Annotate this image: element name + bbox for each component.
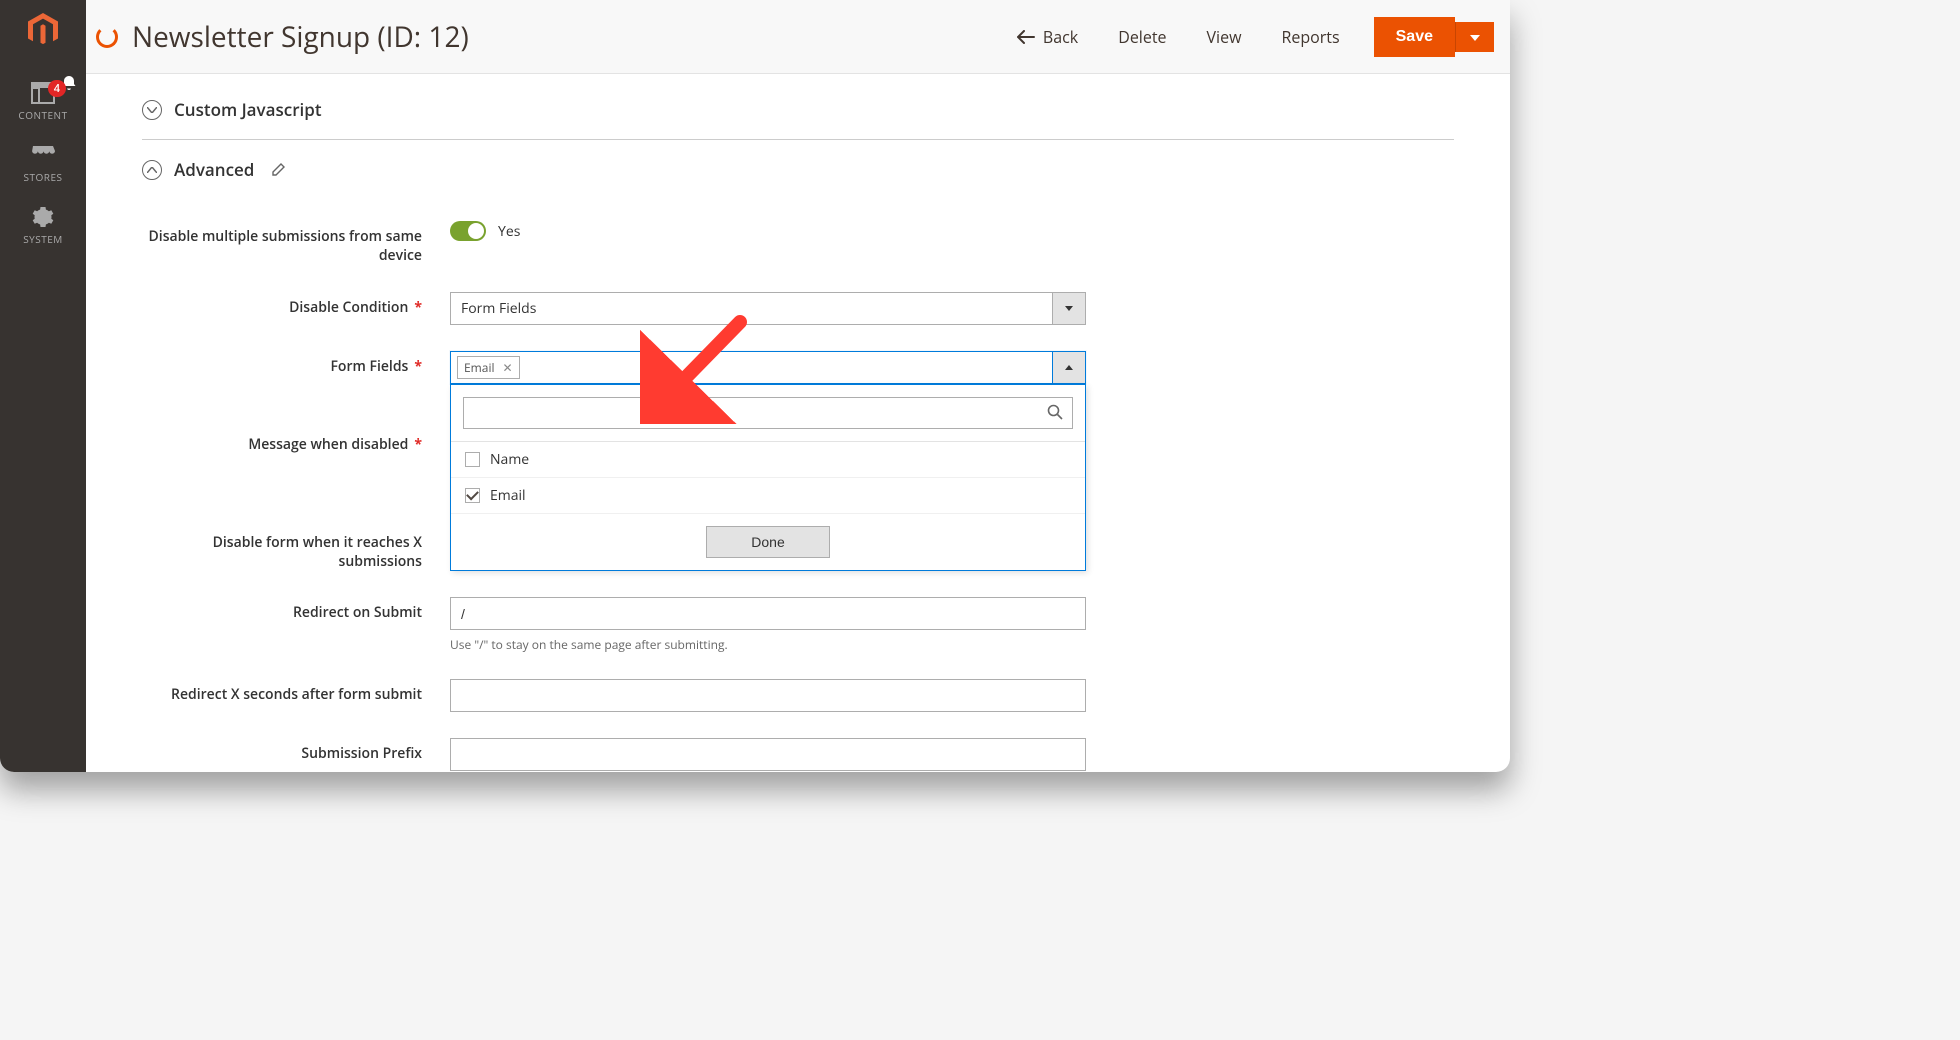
toggle-switch-icon: [450, 221, 486, 241]
page-header: Newsletter Signup (ID: 12) Back Delete V…: [86, 0, 1510, 74]
sidebar-item-label: STORES: [0, 170, 86, 184]
section-custom-javascript[interactable]: Custom Javascript: [142, 80, 1454, 139]
select-disable-condition[interactable]: Form Fields: [450, 292, 1086, 325]
multiselect-dropdown: Name Email Done: [450, 384, 1086, 571]
label-redirect-delay: Redirect X seconds after form submit: [142, 679, 450, 705]
collapse-icon: [142, 160, 162, 180]
reports-button[interactable]: Reports: [1261, 26, 1359, 48]
view-button[interactable]: View: [1187, 26, 1262, 48]
checkbox-checked-icon: [465, 488, 480, 503]
magento-logo-icon: [28, 13, 58, 47]
loading-spinner-icon: [96, 26, 118, 48]
delete-button[interactable]: Delete: [1098, 26, 1186, 48]
sidebar-item-label: SYSTEM: [0, 232, 86, 246]
option-name[interactable]: Name: [451, 442, 1085, 478]
redirect-hint: Use "/" to stay on the same page after s…: [450, 636, 1086, 653]
chevron-up-icon[interactable]: [1052, 352, 1085, 383]
checkbox-unchecked-icon: [465, 452, 480, 467]
toggle-value: Yes: [498, 222, 520, 241]
sidebar-item-system[interactable]: SYSTEM: [0, 194, 86, 256]
section-title: Custom Javascript: [174, 98, 322, 121]
selected-tag-email: Email ✕: [457, 356, 520, 379]
sidebar-item-label: CONTENT: [0, 108, 86, 122]
input-submission-prefix[interactable]: [450, 738, 1086, 771]
search-icon: [1047, 403, 1063, 425]
label-redirect: Redirect on Submit: [142, 597, 450, 623]
save-button[interactable]: Save: [1374, 17, 1455, 57]
arrow-left-icon: [1017, 30, 1035, 44]
remove-tag-icon[interactable]: ✕: [503, 359, 513, 376]
label-submission-prefix: Submission Prefix: [142, 738, 450, 764]
stores-icon: [0, 144, 86, 166]
dropdown-search-input[interactable]: [463, 397, 1073, 429]
magento-logo[interactable]: [0, 0, 86, 60]
label-disable-condition: Disable Condition*: [142, 292, 450, 318]
input-redirect-delay[interactable]: [450, 679, 1086, 712]
notification-badge: 4: [48, 80, 66, 97]
gear-icon: [0, 206, 86, 228]
edit-icon[interactable]: [272, 159, 286, 181]
section-advanced[interactable]: Advanced: [142, 139, 1454, 199]
label-form-fields: Form Fields*: [142, 351, 450, 377]
section-title: Advanced: [174, 158, 254, 181]
sidebar-item-stores[interactable]: STORES: [0, 132, 86, 194]
admin-sidebar: CONTENT 4 STORES SYSTEM: [0, 0, 86, 772]
label-disable-multi: Disable multiple submissions from same d…: [142, 221, 450, 266]
main-content: Custom Javascript Advanced Disable multi…: [86, 74, 1510, 772]
label-message-disabled: Message when disabled*: [142, 434, 450, 455]
sidebar-item-content[interactable]: CONTENT 4: [0, 70, 86, 132]
toggle-disable-multi[interactable]: Yes: [450, 221, 520, 241]
done-button[interactable]: Done: [706, 526, 829, 558]
save-dropdown-toggle[interactable]: [1455, 22, 1494, 52]
option-email[interactable]: Email: [451, 478, 1085, 514]
multiselect-form-fields[interactable]: Email ✕: [450, 351, 1086, 384]
label-reach-x: Disable form when it reaches X submissio…: [142, 527, 450, 572]
back-button[interactable]: Back: [997, 26, 1098, 48]
expand-icon: [142, 100, 162, 120]
chevron-down-icon: [1052, 293, 1085, 324]
input-redirect[interactable]: [450, 597, 1086, 630]
page-title: Newsletter Signup (ID: 12): [132, 18, 997, 56]
chevron-down-icon: [1470, 35, 1480, 41]
